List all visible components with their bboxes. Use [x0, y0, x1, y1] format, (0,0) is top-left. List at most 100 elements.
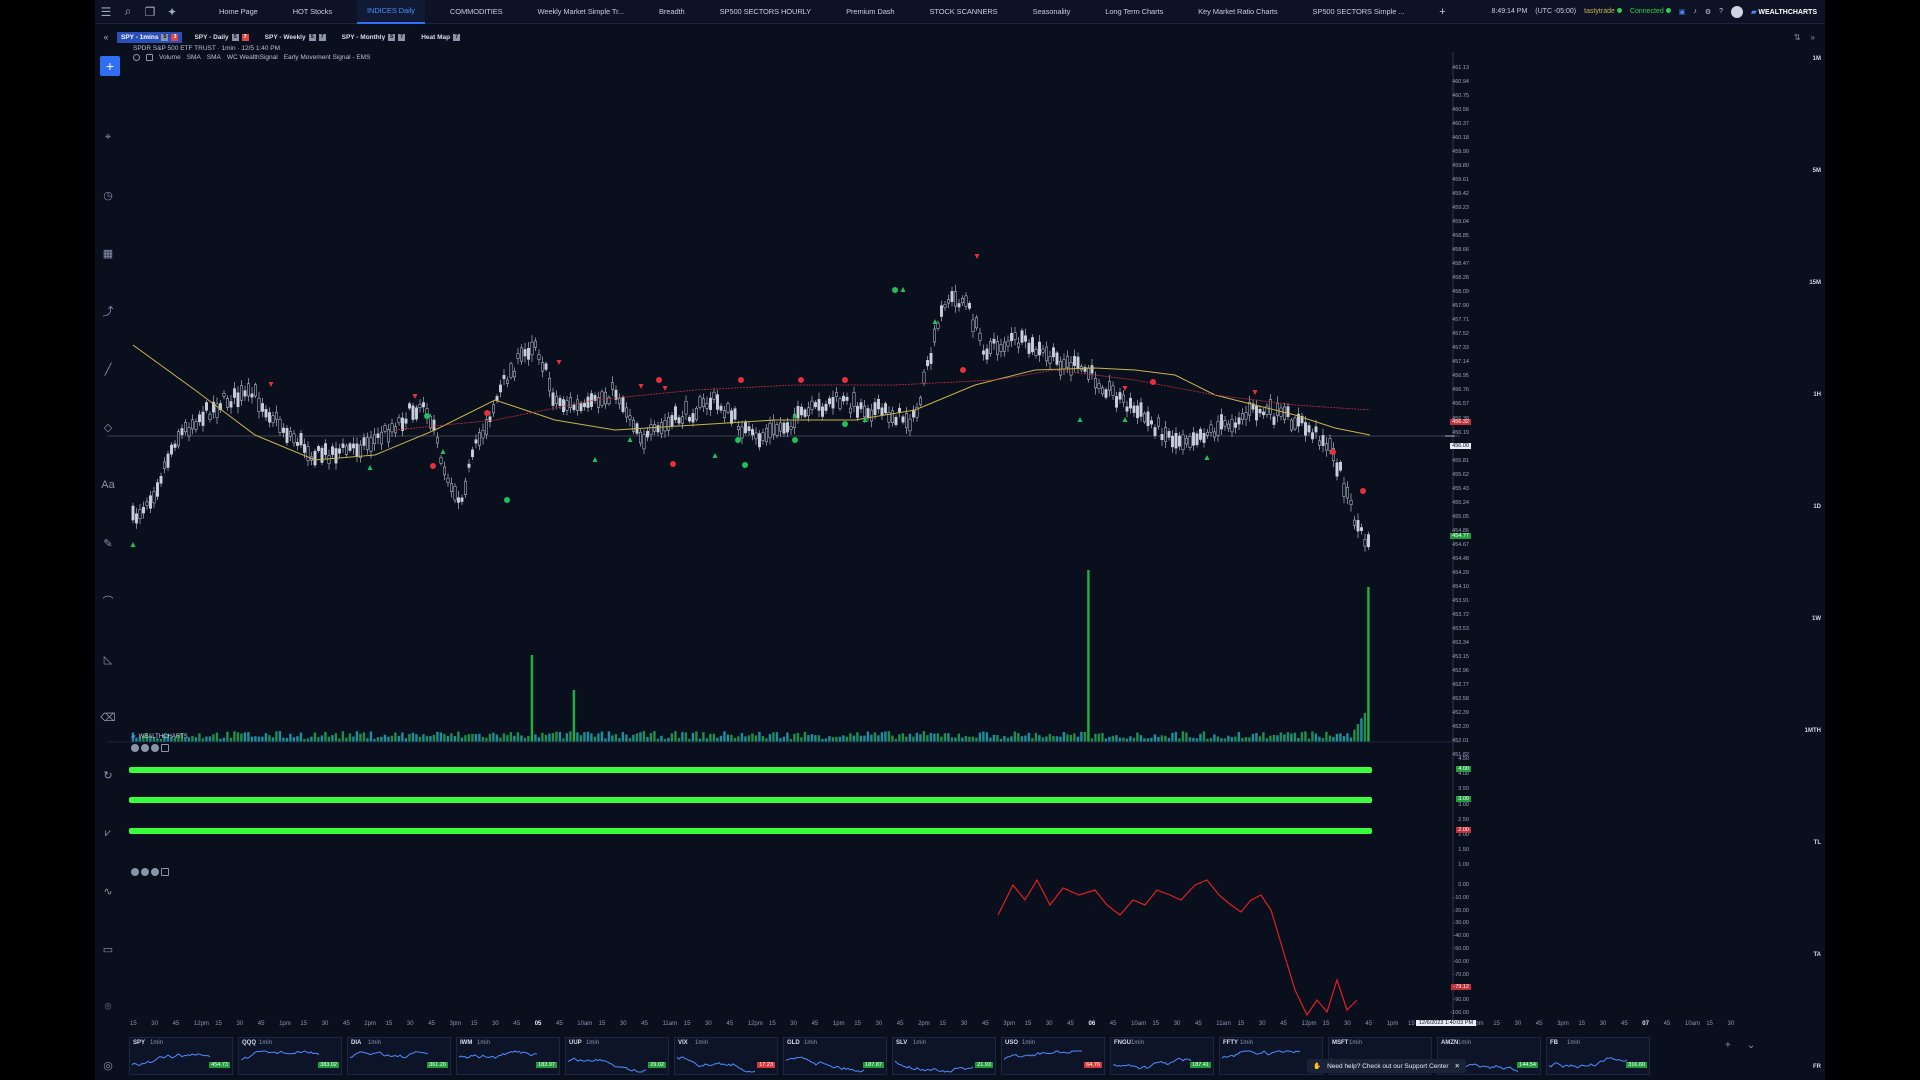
timeframe-tl[interactable]: TL — [1814, 840, 1821, 846]
volume-bar — [1059, 736, 1062, 742]
timeframe-5m[interactable]: 5M — [1813, 168, 1821, 174]
time-tick: 15 — [854, 1021, 861, 1027]
mini-chart-iwm[interactable]: IWM 1min 183.97 — [456, 1037, 560, 1075]
timeframe-fr[interactable]: FR — [1813, 1064, 1821, 1070]
volume-bar — [702, 732, 705, 742]
chart-canvas[interactable] — [95, 0, 1825, 1080]
time-tick: 30 — [875, 1021, 883, 1027]
candle-body — [1153, 427, 1157, 436]
candle-body — [737, 426, 740, 431]
osc-maximize-icon[interactable] — [161, 868, 169, 876]
candle-body — [866, 408, 870, 419]
candle-body — [1104, 389, 1108, 398]
volume-bar — [530, 655, 534, 742]
pane-close-icon[interactable] — [151, 744, 159, 752]
volume-bar — [926, 735, 929, 742]
price-tick: 458.09 — [1452, 289, 1469, 296]
volume-bar — [842, 735, 845, 742]
mini-symbol: SPY — [133, 1040, 146, 1046]
volume-bar — [366, 738, 369, 742]
pane-eye-icon[interactable] — [131, 744, 139, 752]
price-tick: 455.43 — [1452, 485, 1469, 492]
candle-body — [901, 416, 905, 423]
price-tick: 460.94 — [1452, 79, 1469, 86]
volume-bar — [422, 734, 425, 742]
timeframe-1m[interactable]: 1M — [1813, 56, 1821, 62]
mini-chart-qqq[interactable]: QQQ 1min 383.02 — [238, 1037, 342, 1075]
timeframe-1w[interactable]: 1W — [1812, 616, 1821, 622]
mini-timeframe: 1min — [1022, 1040, 1036, 1046]
candle-body — [352, 443, 355, 449]
candle-body — [240, 385, 243, 401]
buy-arrow — [1204, 455, 1210, 460]
mini-chart-dia[interactable]: DIA 1min 361.20 — [347, 1037, 451, 1075]
osc-tick: -50.00 — [1453, 946, 1469, 952]
mini-sparkline-path — [1112, 1057, 1192, 1070]
volume-bar — [1321, 737, 1325, 742]
volume-bar — [975, 737, 978, 742]
sell-arrow — [638, 384, 644, 389]
mini-chart-fngu[interactable]: FNGU 1min 187.41 — [1110, 1037, 1214, 1075]
buy-arrow — [712, 453, 718, 458]
timeframe-ta[interactable]: TA — [1813, 952, 1821, 958]
timeframe-1mth[interactable]: 1MTH — [1805, 728, 1821, 734]
candle-body — [229, 401, 233, 408]
add-mini-chart-icon[interactable]: + — [1725, 1040, 1731, 1051]
candle-body — [677, 417, 681, 424]
mini-chart-uso[interactable]: USO 1min 64.76 — [1001, 1037, 1105, 1075]
time-tick: 45 — [1621, 1021, 1628, 1027]
timeframe-sidebar: 1M 5M 15M 1H 1D 1W 1MTH TL TA FR — [1799, 44, 1825, 1074]
volume-bar — [1300, 732, 1304, 742]
support-toast[interactable]: ✋ Need help? Check out our Support Cente… — [1307, 1059, 1466, 1073]
mini-chart-spy[interactable]: SPY 1min 454.73 — [129, 1037, 233, 1075]
candle-body — [411, 405, 415, 420]
mini-price: 17.23 — [757, 1062, 775, 1068]
mini-chart-fb[interactable]: FB 1min 316.60 — [1546, 1037, 1650, 1075]
volume-bar — [576, 732, 579, 742]
mini-chart-gld[interactable]: GLD 1min 187.87 — [783, 1037, 887, 1075]
expand-minis-icon[interactable]: ⌄ — [1747, 1040, 1755, 1051]
osc-settings-icon[interactable] — [141, 868, 149, 876]
time-axis[interactable]: 15 30 45 12pm 15 30 45 1pm 15 30 45 2pm 15 30 45 3pm 15 3… — [95, 1021, 1825, 1031]
time-tick: 15 — [300, 1021, 308, 1027]
candle-body — [1286, 406, 1290, 417]
candle-body — [313, 450, 317, 466]
candle-body — [187, 427, 191, 437]
candle-body — [807, 407, 810, 417]
volume-bar — [912, 736, 915, 742]
timeframe-1d[interactable]: 1D — [1813, 504, 1821, 510]
osc-close-icon[interactable] — [151, 868, 159, 876]
volume-bar — [761, 735, 765, 742]
osc-eye-icon[interactable] — [131, 868, 139, 876]
candle-body — [1213, 431, 1216, 438]
pane-settings-icon[interactable] — [141, 744, 149, 752]
candle-body — [996, 341, 999, 355]
timeframe-15m[interactable]: 15M — [1809, 280, 1821, 286]
candle-body — [1090, 365, 1094, 374]
volume-bar — [1076, 736, 1080, 742]
mini-chart-uup[interactable]: UUP 1min 29.02 — [565, 1037, 669, 1075]
pane-maximize-icon[interactable] — [161, 744, 169, 752]
mini-chart-slv[interactable]: SLV 1min 21.93 — [892, 1037, 996, 1075]
candle-body — [138, 509, 142, 520]
candle-body — [572, 404, 576, 411]
buy-arrow — [1077, 417, 1083, 422]
candle-body — [1356, 520, 1360, 532]
volume-bar — [271, 737, 275, 742]
candle-body — [1328, 438, 1332, 451]
volume-bar — [611, 735, 614, 742]
watermark: ▰ WEALTHCHARTS — [131, 733, 188, 741]
volume-bar — [1349, 737, 1353, 742]
timeframe-1h[interactable]: 1H — [1813, 392, 1821, 398]
time-tick: 45 — [1280, 1021, 1287, 1027]
volume-bar — [971, 736, 975, 742]
volume-bar — [1174, 731, 1178, 742]
mini-chart-vix[interactable]: VIX 1min 17.23 — [674, 1037, 778, 1075]
volume-bar — [985, 732, 989, 742]
close-icon[interactable]: ✕ — [1455, 1062, 1460, 1070]
volume-bar — [1325, 731, 1328, 742]
time-tick: 1pm — [832, 1021, 845, 1027]
candle-body — [1202, 432, 1206, 443]
volume-bar — [268, 735, 271, 742]
time-tick: 30 — [1599, 1021, 1607, 1027]
